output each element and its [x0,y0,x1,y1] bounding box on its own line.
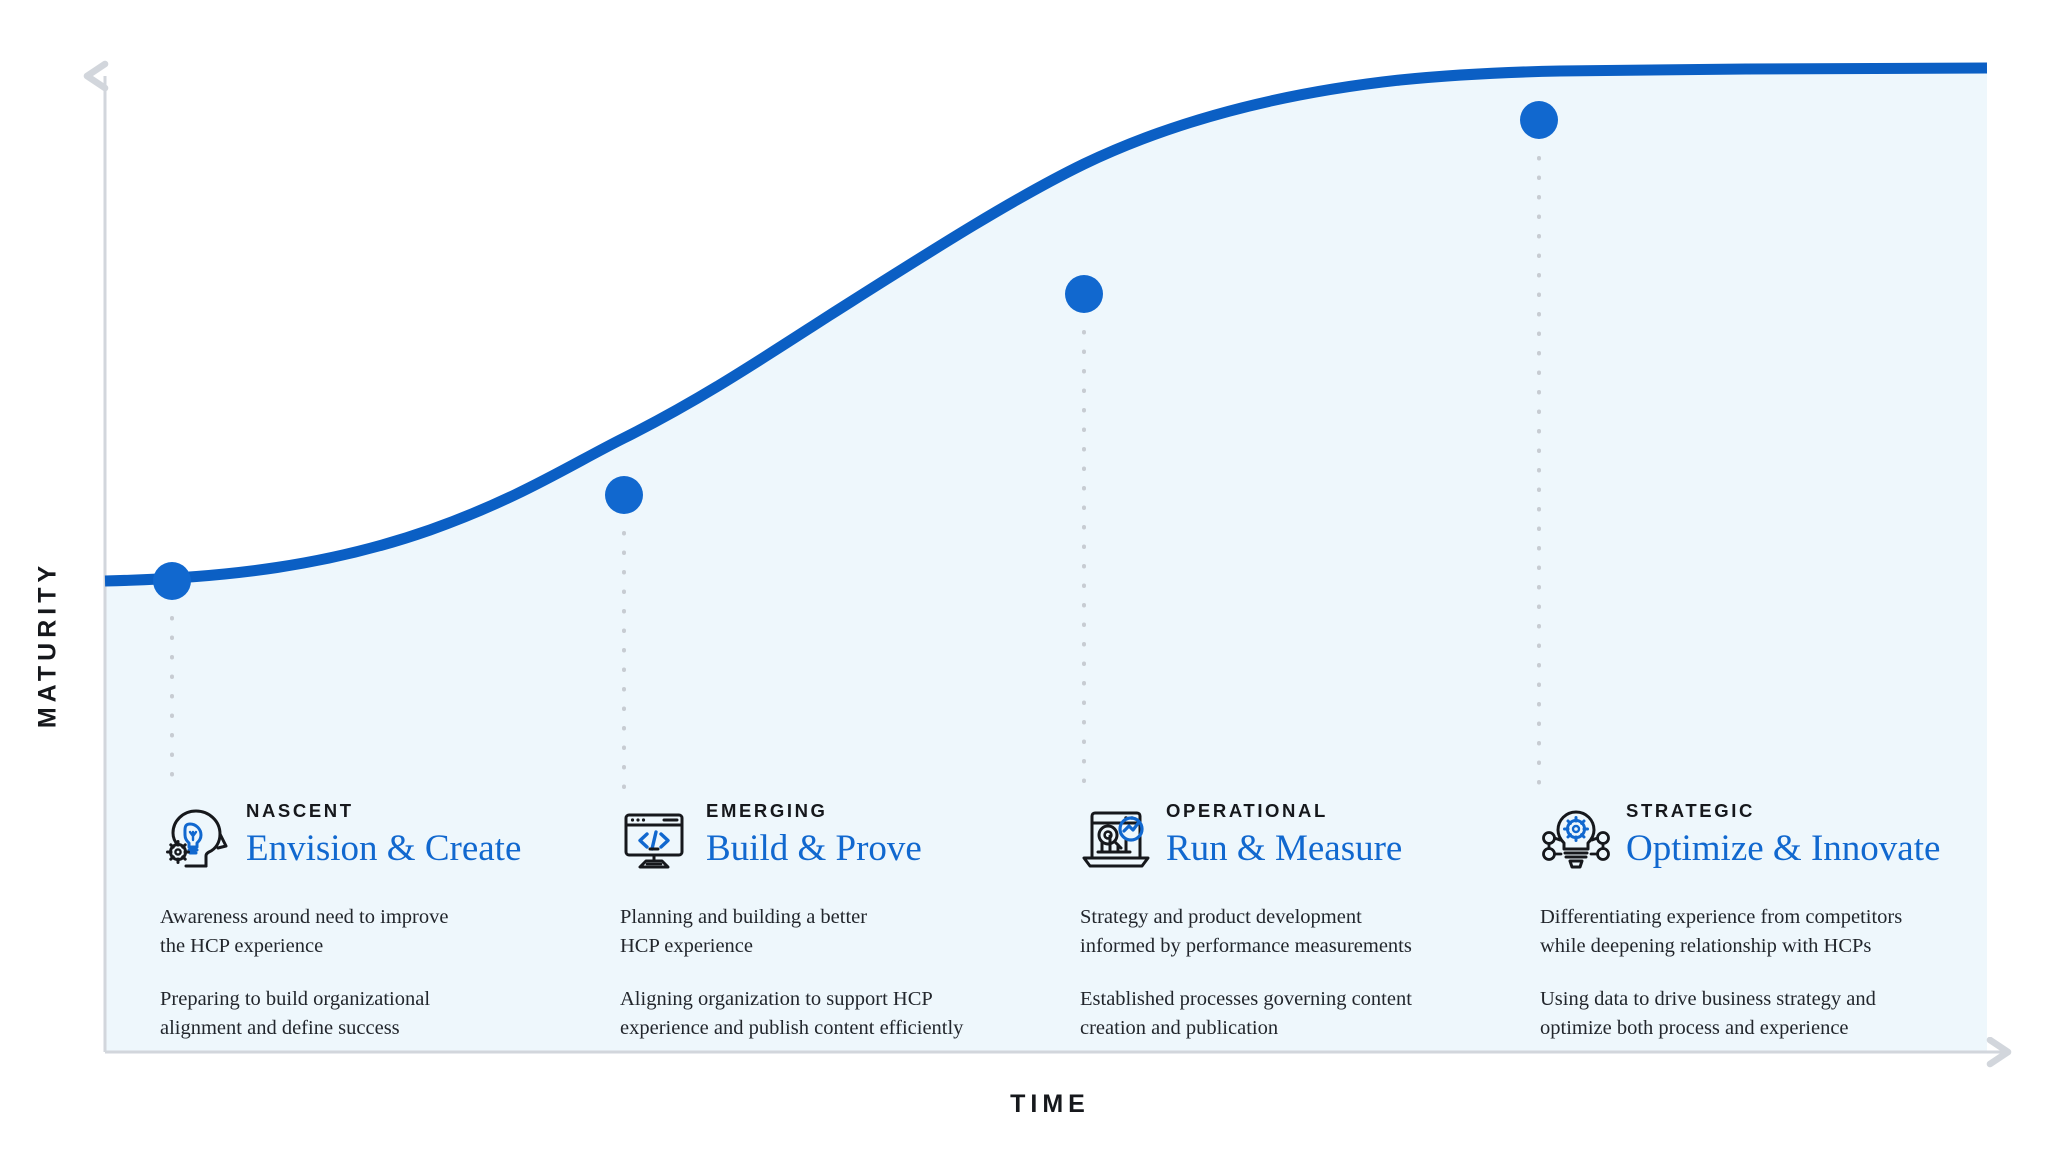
stage-title: Build & Prove [706,827,922,869]
data-point-strategic[interactable] [1520,101,1558,139]
stage-card-nascent[interactable]: NASCENT Envision & Create Awareness arou… [160,800,590,1043]
data-point-nascent[interactable] [153,562,191,600]
stage-title: Envision & Create [246,827,522,869]
stage-header: EMERGING Build & Prove [620,800,1050,886]
laptop-analytics-check-icon [1080,804,1152,876]
stage-eyebrow: EMERGING [706,800,828,821]
stage-description-secondary: Aligning organization to support HCP exp… [620,988,964,1040]
stage-description-secondary: Using data to drive business strategy an… [1540,988,1876,1040]
stage-heading-text: STRATEGIC Optimize & Innovate [1626,800,1940,868]
stage-card-emerging[interactable]: EMERGING Build & Prove Planning and buil… [620,800,1050,1043]
head-lightbulb-gear-icon [160,804,232,876]
stage-header: OPERATIONAL Run & Measure [1080,800,1510,886]
maturity-curve-diagram: MATURITY TIME NASCENT Envision & Create … [0,0,2060,1158]
stage-heading-text: EMERGING Build & Prove [706,800,922,868]
stage-description-primary: Differentiating experience from competit… [1540,906,1903,958]
y-axis-label: MATURITY [33,560,62,729]
stage-title: Run & Measure [1166,827,1403,869]
stage-description-secondary: Established processes governing content … [1080,988,1412,1040]
stage-description-secondary: Preparing to build organizational alignm… [160,988,431,1040]
stage-eyebrow: NASCENT [246,800,354,821]
data-point-emerging[interactable] [605,476,643,514]
stage-card-operational[interactable]: OPERATIONAL Run & Measure Strategy and p… [1080,800,1510,1043]
stage-heading-text: OPERATIONAL Run & Measure [1166,800,1402,868]
x-axis-label: TIME [1010,1090,1090,1118]
stage-eyebrow: STRATEGIC [1626,800,1755,821]
monitor-code-icon [620,804,692,876]
stage-description-primary: Awareness around need to improve the HCP… [160,906,449,958]
stage-header: NASCENT Envision & Create [160,800,590,886]
stage-description-primary: Planning and building a better HCP exper… [620,906,868,958]
stage-title: Optimize & Innovate [1626,827,1941,869]
stage-heading-text: NASCENT Envision & Create [246,800,521,868]
lightbulb-gear-network-icon [1540,804,1612,876]
stage-header: STRATEGIC Optimize & Innovate [1540,800,1970,886]
stage-card-strategic[interactable]: STRATEGIC Optimize & Innovate Differenti… [1540,800,1970,1043]
data-point-operational[interactable] [1065,275,1103,313]
stage-description-primary: Strategy and product development informe… [1080,906,1412,958]
stage-eyebrow: OPERATIONAL [1166,800,1328,821]
